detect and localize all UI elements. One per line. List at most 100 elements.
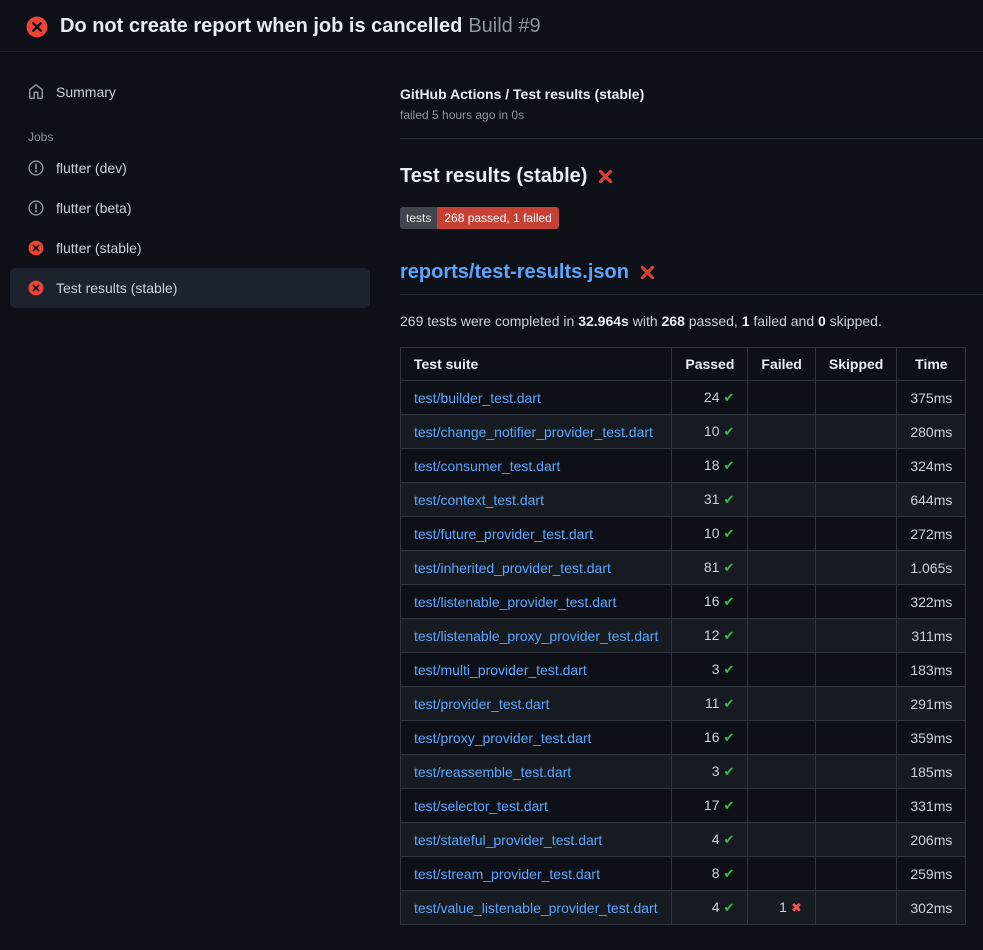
table-row: test/stream_provider_test.dart8✔259ms xyxy=(401,857,966,891)
job-label: flutter (dev) xyxy=(56,158,127,178)
suite-link[interactable]: test/context_test.dart xyxy=(414,492,544,508)
suite-cell: test/consumer_test.dart xyxy=(401,449,672,483)
passed-cell: 10✔ xyxy=(672,415,748,449)
table-row: test/consumer_test.dart 18 ✔ 324ms xyxy=(401,449,966,483)
suite-cell: test/selector_test.dart xyxy=(401,789,672,823)
passed-count: 10 xyxy=(704,525,720,541)
suite-link[interactable]: test/builder_test.dart xyxy=(414,390,541,406)
home-icon xyxy=(28,84,44,100)
sidebar-job-item-1[interactable]: flutter (beta) xyxy=(10,188,370,228)
failed-cell xyxy=(748,823,815,857)
check-run-title-text: Test results (stable) xyxy=(400,165,587,188)
suite-link[interactable]: test/value_listenable_provider_test.dart xyxy=(414,900,658,916)
failed-cell xyxy=(748,619,815,653)
jobs-list: flutter (dev) flutter (beta) flutter (stab… xyxy=(10,148,370,308)
skipped-cell xyxy=(815,653,896,687)
table-row: test/reassemble_test.dart3✔185ms xyxy=(401,755,966,789)
passed-count: 4 xyxy=(712,899,720,915)
check-icon: ✔ xyxy=(724,390,735,405)
passed-count: 11 xyxy=(705,695,720,711)
jobs-section-label: Jobs xyxy=(10,130,370,144)
suite-link[interactable]: test/listenable_provider_test.dart xyxy=(414,594,616,610)
suite-link[interactable]: test/inherited_provider_test.dart xyxy=(414,560,611,576)
table-header-row: Test suite Passed Failed Skipped Time xyxy=(401,348,966,381)
failed-cell xyxy=(748,517,815,551)
passed-cell: 16✔ xyxy=(672,721,748,755)
suite-cell: test/reassemble_test.dart xyxy=(401,755,672,789)
report-title: reports/test-results.json xyxy=(400,261,983,295)
suite-cell: test/change_notifier_provider_test.dart xyxy=(401,415,672,449)
suite-link[interactable]: test/future_provider_test.dart xyxy=(414,526,593,542)
suite-link[interactable]: test/reassemble_test.dart xyxy=(414,764,571,780)
cross-mark-icon xyxy=(597,168,614,185)
sidebar: Summary Jobs flutter (dev) flutter (beta)… xyxy=(0,52,380,308)
table-row: test/listenable_proxy_provider_test.dart… xyxy=(401,619,966,653)
suite-link[interactable]: test/provider_test.dart xyxy=(414,696,549,712)
x-circle-icon xyxy=(28,280,44,296)
time-cell: 644ms xyxy=(897,483,966,517)
time-cell: 324ms xyxy=(897,449,966,483)
failed-status-icon xyxy=(26,16,48,38)
suite-cell: test/provider_test.dart xyxy=(401,687,672,721)
time-cell: 291ms xyxy=(897,687,966,721)
suite-link[interactable]: test/change_notifier_provider_test.dart xyxy=(414,424,653,440)
suite-link[interactable]: test/stateful_provider_test.dart xyxy=(414,832,602,848)
failed-cell xyxy=(748,551,815,585)
run-header: Do not create report when job is cancell… xyxy=(0,0,983,52)
check-icon: ✔ xyxy=(724,458,735,473)
time-cell: 183ms xyxy=(897,653,966,687)
suite-link[interactable]: test/selector_test.dart xyxy=(414,798,548,814)
passed-cell: 31✔ xyxy=(672,483,748,517)
failed-cell xyxy=(748,687,815,721)
check-icon: ✔ xyxy=(724,900,735,915)
suite-link[interactable]: test/listenable_proxy_provider_test.dart xyxy=(414,628,658,644)
passed-count: 4 xyxy=(712,831,720,847)
job-label: flutter (stable) xyxy=(56,238,142,258)
sidebar-job-item-3[interactable]: Test results (stable) xyxy=(10,268,370,308)
header-skipped: Skipped xyxy=(815,348,896,381)
check-icon: ✔ xyxy=(724,798,735,813)
suite-link[interactable]: test/proxy_provider_test.dart xyxy=(414,730,591,746)
failed-cell xyxy=(748,653,815,687)
suite-cell: test/proxy_provider_test.dart xyxy=(401,721,672,755)
check-icon: ✔ xyxy=(724,526,735,541)
skipped-cell xyxy=(815,449,896,483)
sidebar-job-item-2[interactable]: flutter (stable) xyxy=(10,228,370,268)
check-icon: ✔ xyxy=(724,424,735,439)
check-icon: ✔ xyxy=(724,696,735,711)
time-cell: 302ms xyxy=(897,891,966,925)
skipped-cell xyxy=(815,517,896,551)
table-row: test/context_test.dart 31✔ 644ms xyxy=(401,483,966,517)
table-row: test/builder_test.dart24✔375ms xyxy=(401,381,966,415)
check-icon: ✔ xyxy=(724,594,735,609)
sidebar-item-summary[interactable]: Summary xyxy=(10,72,370,112)
header-time: Time xyxy=(897,348,966,381)
main-content: GitHub Actions / Test results (stable) f… xyxy=(380,52,983,925)
passed-count: 31 xyxy=(704,491,720,507)
failed-cell xyxy=(748,483,815,517)
suite-link[interactable]: test/consumer_test.dart xyxy=(414,458,560,474)
sidebar-job-item-0[interactable]: flutter (dev) xyxy=(10,148,370,188)
passed-cell: 8✔ xyxy=(672,857,748,891)
summary-text: with xyxy=(629,313,662,329)
passed-count: 18 xyxy=(704,457,720,473)
failed-cell xyxy=(748,755,815,789)
time-cell: 331ms xyxy=(897,789,966,823)
x-circle-icon xyxy=(28,240,44,256)
sidebar-summary-label: Summary xyxy=(56,82,116,102)
report-link[interactable]: reports/test-results.json xyxy=(400,261,629,284)
table-row: test/provider_test.dart 11 ✔ 291ms xyxy=(401,687,966,721)
test-table-body: test/builder_test.dart24✔375ms test/chang… xyxy=(401,381,966,925)
divider xyxy=(400,138,983,139)
table-row: test/future_provider_test.dart 10 ✔ 272ms xyxy=(401,517,966,551)
failed-count: 1 xyxy=(779,899,787,915)
failed-cell xyxy=(748,449,815,483)
suite-link[interactable]: test/stream_provider_test.dart xyxy=(414,866,600,882)
check-icon: ✔ xyxy=(724,866,735,881)
passed-cell: 11 ✔ xyxy=(672,687,748,721)
passed-count: 3 xyxy=(712,763,720,779)
passed-count: 16 xyxy=(704,729,720,745)
suite-link[interactable]: test/multi_provider_test.dart xyxy=(414,662,587,678)
skipped-cell xyxy=(815,381,896,415)
time-cell: 272ms xyxy=(897,517,966,551)
